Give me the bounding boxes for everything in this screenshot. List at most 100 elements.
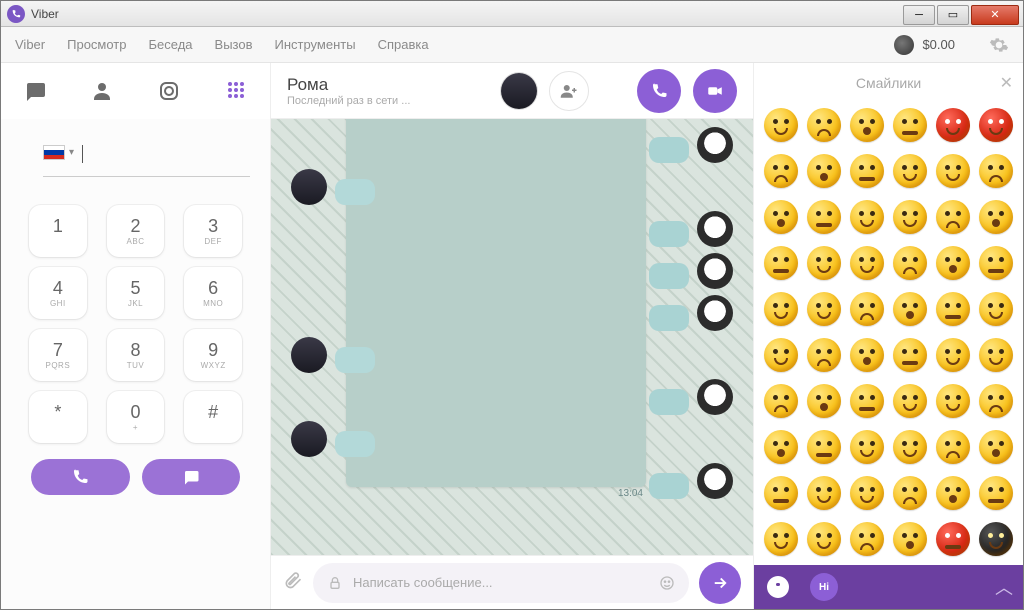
emoji[interactable] — [888, 333, 931, 377]
minimize-button[interactable]: ─ — [903, 5, 935, 25]
attach-icon[interactable] — [283, 570, 303, 595]
image-message[interactable] — [346, 119, 646, 487]
emoji[interactable] — [931, 103, 974, 147]
emoji[interactable] — [931, 195, 974, 239]
emoji[interactable] — [888, 149, 931, 193]
message-bubble[interactable] — [649, 305, 689, 331]
message-input[interactable]: Написать сообщение... — [313, 563, 689, 603]
maximize-button[interactable]: ▭ — [937, 5, 969, 25]
dial-key-6[interactable]: 6MNO — [184, 267, 242, 319]
emoji[interactable] — [888, 241, 931, 285]
emoji[interactable] — [931, 379, 974, 423]
emoji[interactable] — [888, 379, 931, 423]
message-bubble[interactable] — [335, 431, 375, 457]
emoji[interactable] — [803, 517, 846, 561]
sticker-tab-hi[interactable]: Hi — [810, 573, 838, 601]
dial-key-3[interactable]: 3DEF — [184, 205, 242, 257]
emoji[interactable] — [803, 379, 846, 423]
emoji[interactable] — [846, 195, 889, 239]
emoji[interactable] — [760, 103, 803, 147]
contact-avatar[interactable] — [501, 73, 537, 109]
emoji[interactable] — [846, 241, 889, 285]
emoji[interactable] — [803, 425, 846, 469]
emoji[interactable] — [974, 425, 1017, 469]
dial-key-8[interactable]: 8TUV — [107, 329, 165, 381]
emoji[interactable] — [888, 517, 931, 561]
emoji[interactable] — [931, 287, 974, 331]
chevron-up-icon[interactable]: ︿ — [995, 574, 1013, 600]
dial-key-7[interactable]: 7PQRS — [29, 329, 87, 381]
emoji[interactable] — [931, 333, 974, 377]
emoji[interactable] — [803, 287, 846, 331]
menu-viber[interactable]: Viber — [15, 37, 45, 52]
emoji[interactable] — [760, 287, 803, 331]
message-bubble[interactable] — [649, 263, 689, 289]
message-bubble[interactable] — [335, 179, 375, 205]
emoji[interactable] — [760, 241, 803, 285]
emoji[interactable] — [974, 103, 1017, 147]
emoji[interactable] — [760, 379, 803, 423]
emoji[interactable] — [974, 241, 1017, 285]
dial-key-0[interactable]: 0+ — [107, 391, 165, 443]
emoji[interactable] — [760, 333, 803, 377]
emoji[interactable] — [974, 517, 1017, 561]
close-button[interactable]: ✕ — [971, 5, 1019, 25]
emoji[interactable] — [760, 517, 803, 561]
tab-contacts-icon[interactable] — [80, 69, 124, 113]
tab-chats-icon[interactable] — [13, 69, 57, 113]
dial-key-2[interactable]: 2ABC — [107, 205, 165, 257]
emoji[interactable] — [803, 241, 846, 285]
emoji[interactable] — [846, 379, 889, 423]
emoji[interactable] — [888, 425, 931, 469]
emoji[interactable] — [846, 425, 889, 469]
tab-public-icon[interactable] — [147, 69, 191, 113]
menu-tools[interactable]: Инструменты — [275, 37, 356, 52]
emoji[interactable] — [931, 241, 974, 285]
message-button[interactable] — [142, 459, 241, 495]
emoji[interactable] — [846, 287, 889, 331]
dial-key-1[interactable]: 1 — [29, 205, 87, 257]
country-selector[interactable]: ▾ — [43, 145, 74, 160]
message-bubble[interactable] — [649, 137, 689, 163]
emoji[interactable] — [974, 149, 1017, 193]
emoji[interactable] — [974, 333, 1017, 377]
emoji[interactable] — [803, 103, 846, 147]
message-bubble[interactable] — [649, 473, 689, 499]
emoji[interactable] — [888, 471, 931, 515]
dial-key-*[interactable]: * — [29, 391, 87, 443]
messages-area[interactable]: 11:3611:5211:5211:5313:0413:04 — [271, 119, 753, 555]
emoji[interactable] — [974, 287, 1017, 331]
message-bubble[interactable] — [649, 221, 689, 247]
emoji[interactable] — [931, 471, 974, 515]
video-call-button[interactable] — [693, 69, 737, 113]
dial-key-5[interactable]: 5JKL — [107, 267, 165, 319]
emoji[interactable] — [760, 195, 803, 239]
emoji[interactable] — [888, 287, 931, 331]
emoji-input-icon[interactable] — [659, 575, 675, 591]
dial-key-4[interactable]: 4GHI — [29, 267, 87, 319]
sticker-tab-emoji[interactable] — [764, 573, 792, 601]
emoji[interactable] — [974, 471, 1017, 515]
emoji[interactable] — [846, 333, 889, 377]
menu-view[interactable]: Просмотр — [67, 37, 126, 52]
emoji[interactable] — [846, 471, 889, 515]
settings-gear-icon[interactable] — [989, 35, 1009, 55]
emoji[interactable] — [931, 517, 974, 561]
emoji[interactable] — [888, 195, 931, 239]
emoji[interactable] — [846, 103, 889, 147]
emoji[interactable] — [760, 149, 803, 193]
balance[interactable]: $0.00 — [894, 35, 955, 55]
voice-call-header-button[interactable] — [637, 69, 681, 113]
emoji[interactable] — [974, 379, 1017, 423]
menu-conversation[interactable]: Беседа — [149, 37, 193, 52]
emoji[interactable] — [760, 425, 803, 469]
menu-call[interactable]: Вызов — [215, 37, 253, 52]
emoji[interactable] — [888, 103, 931, 147]
emoji[interactable] — [803, 195, 846, 239]
emoji[interactable] — [803, 333, 846, 377]
sticker-close-icon[interactable]: ✕ — [1000, 73, 1013, 93]
tab-dialpad-icon[interactable] — [214, 69, 258, 113]
emoji[interactable] — [803, 471, 846, 515]
message-bubble[interactable] — [335, 347, 375, 373]
menu-help[interactable]: Справка — [378, 37, 429, 52]
